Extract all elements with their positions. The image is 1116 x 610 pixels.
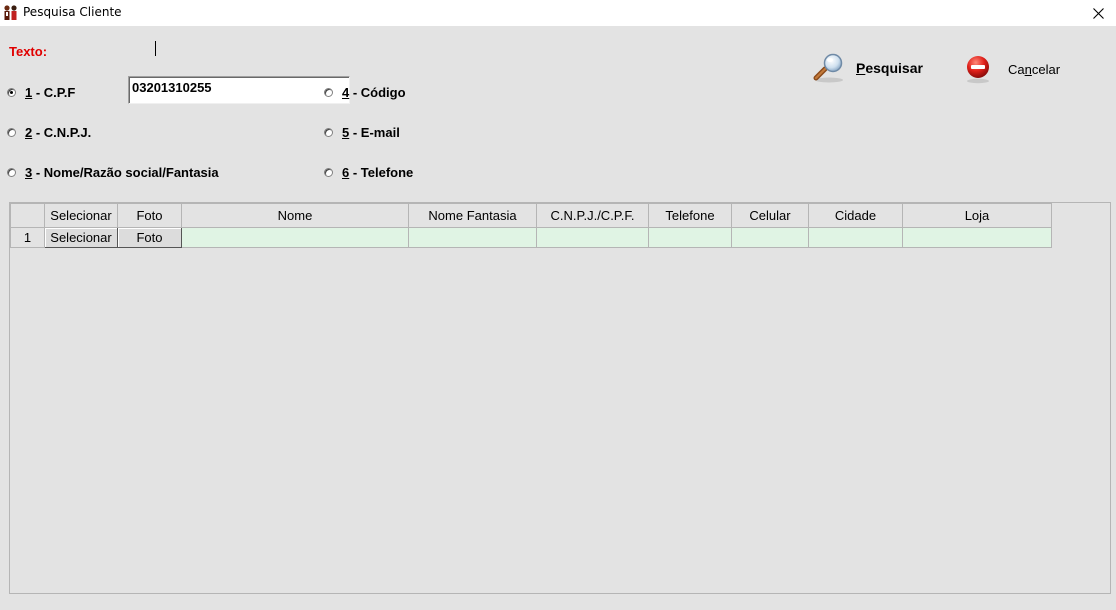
cancel-hotkey: n: [1024, 61, 1032, 77]
option-email[interactable]: 5 - E-mail: [324, 125, 400, 140]
cancel-label-rest: celar: [1031, 61, 1061, 77]
cell-nome[interactable]: [181, 227, 409, 248]
option-label: - C.N.P.J.: [32, 125, 92, 140]
close-button[interactable]: [1080, 0, 1116, 26]
option-number: 4: [342, 85, 350, 100]
close-icon: [1092, 7, 1104, 19]
option-label: - Telefone: [349, 165, 414, 180]
option-number: 3: [25, 165, 33, 180]
radio-button[interactable]: [7, 88, 16, 97]
option-telefone[interactable]: 6 - Telefone: [324, 165, 413, 180]
cancel-button-label: Cancelar: [1008, 62, 1060, 77]
search-button[interactable]: Pesquisar: [812, 52, 942, 84]
option-codigo[interactable]: 4 - Código: [324, 85, 406, 100]
results-table: Selecionar Foto Nome Nome Fantasia C.N.P…: [10, 203, 1052, 248]
magnifier-icon: [813, 53, 843, 83]
column-header-foto[interactable]: Foto: [117, 203, 182, 228]
cell-loja[interactable]: [902, 227, 1052, 248]
column-header-nome-fantasia[interactable]: Nome Fantasia: [408, 203, 537, 228]
search-button-label: Pesquisar: [856, 60, 923, 76]
search-input[interactable]: 03201310255: [64, 38, 350, 104]
option-label: - Código: [349, 85, 406, 100]
column-header-celular[interactable]: Celular: [731, 203, 809, 228]
text-caret: [155, 41, 156, 56]
radio-button[interactable]: [7, 128, 16, 137]
option-label: - Nome/Razão social/Fantasia: [32, 165, 219, 180]
people-icon: [3, 4, 19, 21]
option-cpf[interactable]: 1 - C.P.F: [7, 85, 75, 100]
cell-nome-fantasia[interactable]: [408, 227, 537, 248]
column-header-loja[interactable]: Loja: [902, 203, 1052, 228]
stop-icon: [967, 56, 989, 84]
column-header-cnpj-cpf[interactable]: C.N.P.J./C.P.F.: [536, 203, 649, 228]
option-nome[interactable]: 3 - Nome/Razão social/Fantasia: [7, 165, 219, 180]
table-row[interactable]: 1 Selecionar Foto: [10, 227, 1052, 248]
cancel-label-pre: Ca: [1008, 61, 1025, 77]
column-header-telefone[interactable]: Telefone: [648, 203, 732, 228]
column-header-rownum: [10, 203, 45, 228]
cell-telefone[interactable]: [648, 227, 732, 248]
results-grid[interactable]: Selecionar Foto Nome Nome Fantasia C.N.P…: [9, 202, 1111, 594]
cell-cnpj-cpf[interactable]: [536, 227, 649, 248]
column-header-selecionar[interactable]: Selecionar: [44, 203, 118, 228]
cancel-button[interactable]: Cancelar: [964, 54, 1084, 84]
cell-cidade[interactable]: [808, 227, 903, 248]
title-bar: Pesquisa Cliente: [0, 0, 1116, 26]
option-number: 6: [342, 165, 350, 180]
radio-button[interactable]: [324, 168, 333, 177]
search-label-rest: esquisar: [865, 60, 923, 76]
search-input-value[interactable]: 03201310255: [128, 76, 350, 104]
radio-button[interactable]: [7, 168, 16, 177]
radio-button[interactable]: [324, 88, 333, 97]
header-row: Selecionar Foto Nome Nome Fantasia C.N.P…: [10, 203, 1052, 228]
option-label: - E-mail: [349, 125, 400, 140]
row-number: 1: [10, 227, 45, 248]
photo-button[interactable]: Foto: [117, 227, 182, 248]
column-header-cidade[interactable]: Cidade: [808, 203, 903, 228]
cell-celular[interactable]: [731, 227, 809, 248]
window-title: Pesquisa Cliente: [23, 5, 122, 19]
option-number: 2: [25, 125, 33, 140]
search-label: Texto:: [9, 44, 48, 59]
option-cnpj[interactable]: 2 - C.N.P.J.: [7, 125, 91, 140]
option-number: 5: [342, 125, 350, 140]
select-button[interactable]: Selecionar: [44, 227, 118, 248]
search-hotkey: P: [856, 60, 866, 76]
option-number: 1: [25, 85, 33, 100]
radio-button[interactable]: [324, 128, 333, 137]
column-header-nome[interactable]: Nome: [181, 203, 409, 228]
bottom-strip: [0, 594, 1116, 610]
option-label: - C.P.F: [32, 85, 76, 100]
